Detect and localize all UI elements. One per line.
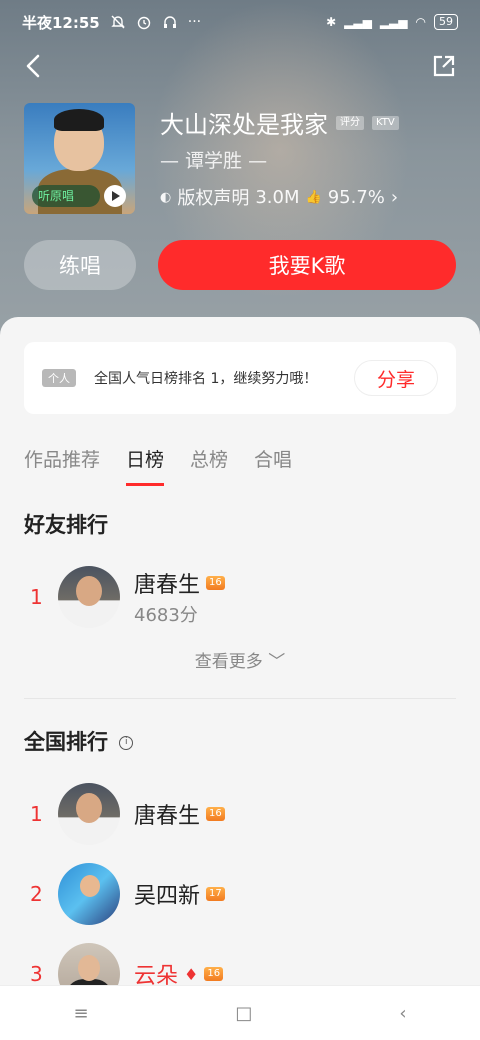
back-arrow-icon[interactable] [20,52,48,80]
avatar[interactable] [58,863,120,925]
avatar-face [76,576,102,606]
rank-number: 3 [30,962,43,986]
avatar-face [76,793,102,823]
share-button[interactable]: 分享 [354,360,438,396]
copyright-icon: ◐ [160,189,172,205]
share-external-icon[interactable] [430,52,458,80]
score-tag: 评分 [336,115,364,130]
user-name-row: 吴四新 17 [134,878,225,910]
chevron-right-icon[interactable]: › [391,187,398,208]
rank-number: 1 [30,802,43,826]
tab-total[interactable]: 总榜 [190,445,228,472]
user-name-row: 唐春生 16 [134,567,225,599]
system-navigation-bar: ≡ □ ‹ [0,985,480,1040]
status-dots: ··· [187,14,202,30]
song-title-row: 大山深处是我家 评分 KTV [160,105,399,140]
headset-icon [163,16,176,28]
user-name-row: 唐春生 16 [134,798,225,830]
copyright-link[interactable]: 版权声明 [177,184,249,210]
chevron-down-icon: ﹀ [268,652,286,672]
song-meta: ◐ 版权声明 3.0M 👍 95.7% › [160,184,398,210]
tab-chorus[interactable]: 合唱 [254,445,292,472]
level-badge: 16 [206,807,225,821]
national-rank-row[interactable]: 2 吴四新 17 [24,860,456,928]
vip-gem-icon: ♦ [184,964,199,984]
sing-button[interactable]: 我要K歌 [158,240,456,290]
rating: 95.7% [327,186,385,208]
battery-indicator: 59 [434,14,458,30]
rank-notice-card: 个人 全国人气日榜排名 1，继续努力哦！ 分享 [24,342,456,414]
user-name: 唐春生 [134,573,201,598]
avatar[interactable] [58,566,120,628]
home-icon[interactable]: □ [235,1003,252,1024]
user-info: 吴四新 17 [134,878,225,910]
view-more-label: 查看更多 [194,652,263,672]
mute-icon [111,15,125,29]
thumb-up-icon: 👍 [305,189,322,205]
song-title: 大山深处是我家 [160,111,328,139]
rank-number: 1 [30,585,43,609]
album-cover[interactable]: 听原唱 [24,103,135,214]
user-name: 吴四新 [134,884,201,909]
status-icons: ··· [110,14,201,30]
ranking-sheet: 个人 全国人气日榜排名 1，继续努力哦！ 分享 作品推荐 日榜 总榜 合唱 好友… [0,317,480,1005]
personal-badge: 个人 [42,369,76,387]
view-more-link[interactable]: 查看更多 ﹀ [0,647,480,672]
level-badge: 17 [206,887,225,901]
section-divider [24,698,456,699]
user-score: 4683分 [134,605,198,626]
menu-icon[interactable]: ≡ [73,1003,88,1024]
level-badge: 16 [206,576,225,590]
status-bar: 半夜12:55 ··· ✱ ▂▃▅ ▂▃▅ ◠ 59 [0,0,480,44]
back-icon[interactable]: ‹ [399,1003,406,1024]
alarm-icon [137,16,150,30]
tab-daily[interactable]: 日榜 [126,445,165,486]
national-ranking-title: 全国排行 i [24,726,134,756]
rank-number: 2 [30,882,43,906]
cover-figure-hair [54,109,104,131]
wifi-icon: ◠ [415,15,426,29]
user-info: 唐春生 16 [134,798,225,830]
ktv-tag: KTV [372,115,399,130]
signal-icon: ▂▃▅ [344,15,372,29]
user-name: 唐春生 [134,804,201,829]
avatar[interactable] [58,783,120,845]
friends-ranking-title: 好友排行 [24,513,108,537]
tab-recommend[interactable]: 作品推荐 [24,445,100,472]
national-rank-row[interactable]: 1 唐春生 16 [24,780,456,848]
national-ranking-label: 全国排行 [24,730,108,754]
listen-original-badge[interactable]: 听原唱 [32,185,101,207]
play-icon[interactable] [104,185,126,207]
info-icon[interactable]: i [119,736,134,750]
status-right: ✱ ▂▃▅ ▂▃▅ ◠ 59 [326,14,458,30]
avatar-face [78,955,100,981]
bluetooth-icon: ✱ [326,15,337,29]
play-count: 3.0M [255,186,300,208]
user-info: 唐春生 16 4683分 [134,567,225,627]
ranking-tabs: 作品推荐 日榜 总榜 合唱 [24,445,318,486]
practice-button[interactable]: 练唱 [24,240,136,290]
rank-notice-text: 全国人气日榜排名 1，继续努力哦！ [94,371,318,387]
status-time: 半夜12:55 [22,13,100,32]
friend-rank-row[interactable]: 1 唐春生 16 4683分 [24,563,456,631]
avatar-face [80,875,100,897]
song-header: 半夜12:55 ··· ✱ ▂▃▅ ▂▃▅ ◠ 59 听原唱 大山深处是我家 评… [0,0,480,340]
singer-name[interactable]: — 谭学胜 — [160,146,267,173]
signal-icon-2: ▂▃▅ [379,15,408,29]
level-badge: 16 [204,967,224,981]
